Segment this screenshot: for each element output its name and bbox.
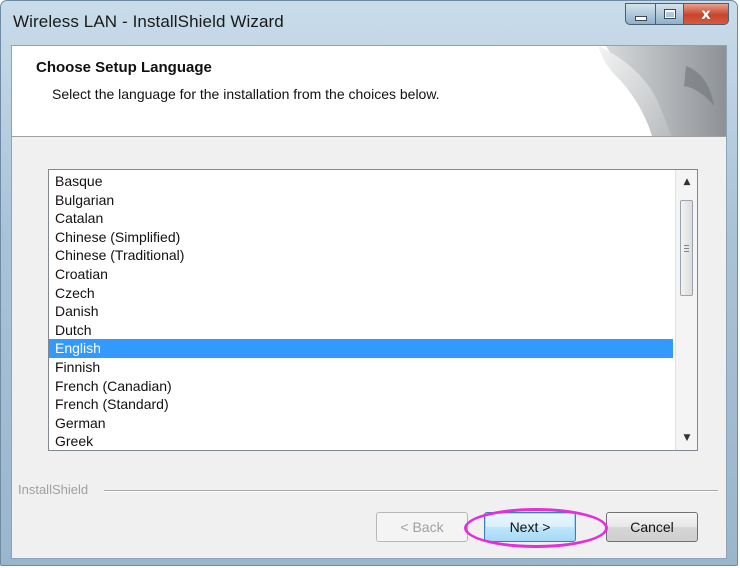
minimize-icon [634, 15, 647, 21]
listbox-scrollbar[interactable]: ▲ ▼ [675, 170, 697, 450]
separator-line [104, 490, 718, 492]
close-button[interactable]: x [683, 3, 729, 25]
language-option[interactable]: Dutch [49, 321, 673, 340]
language-option[interactable]: Chinese (Simplified) [49, 228, 673, 247]
brand-separator: InstallShield [12, 482, 726, 497]
cancel-button[interactable]: Cancel [606, 512, 698, 542]
language-option[interactable]: Finnish [49, 358, 673, 377]
installer-window: Wireless LAN - InstallShield Wizard x Ch… [0, 0, 738, 566]
installshield-header-graphic [598, 46, 726, 136]
grip-icon [684, 245, 689, 246]
language-option[interactable]: German [49, 414, 673, 433]
grip-icon [684, 248, 689, 249]
back-button[interactable]: < Back [376, 512, 468, 542]
wizard-header: Choose Setup Language Select the languag… [12, 46, 726, 137]
maximize-button[interactable] [655, 3, 683, 25]
language-option[interactable]: French (Standard) [49, 395, 673, 414]
language-option[interactable]: Bulgarian [49, 191, 673, 210]
language-option[interactable]: Croatian [49, 265, 673, 284]
close-icon: x [701, 5, 711, 23]
wizard-client-area: Choose Setup Language Select the languag… [11, 45, 727, 559]
arrow-down-icon: ▼ [683, 433, 691, 443]
next-button[interactable]: Next > [484, 512, 576, 542]
language-option[interactable]: Czech [49, 284, 673, 303]
window-title: Wireless LAN - InstallShield Wizard [13, 12, 284, 31]
language-option[interactable]: English [49, 339, 673, 358]
maximize-icon [663, 9, 676, 19]
page-title: Choose Setup Language [36, 59, 212, 76]
minimize-button[interactable] [625, 3, 655, 25]
language-option[interactable]: Catalan [49, 209, 673, 228]
language-listbox[interactable]: Basque Bulgarian Catalan Chinese (Simplifie… [48, 169, 698, 451]
language-option[interactable]: Danish [49, 302, 673, 321]
grip-icon [684, 251, 689, 252]
language-option[interactable]: Chinese (Traditional) [49, 246, 673, 265]
installshield-brand: InstallShield [18, 482, 95, 497]
scroll-down-button[interactable]: ▼ [679, 429, 695, 447]
page-subtitle: Select the language for the installation… [52, 86, 440, 102]
language-option[interactable]: French (Canadian) [49, 377, 673, 396]
caption-buttons: x [625, 3, 729, 27]
language-option[interactable]: Greek [49, 432, 673, 450]
language-list: Basque Bulgarian Catalan Chinese (Simplifie… [49, 172, 673, 450]
arrow-up-icon: ▲ [683, 177, 691, 187]
title-bar[interactable]: Wireless LAN - InstallShield Wizard x [1, 1, 737, 41]
language-option[interactable]: Basque [49, 172, 673, 191]
scroll-up-button[interactable]: ▲ [679, 173, 695, 191]
scroll-thumb[interactable] [680, 200, 693, 296]
